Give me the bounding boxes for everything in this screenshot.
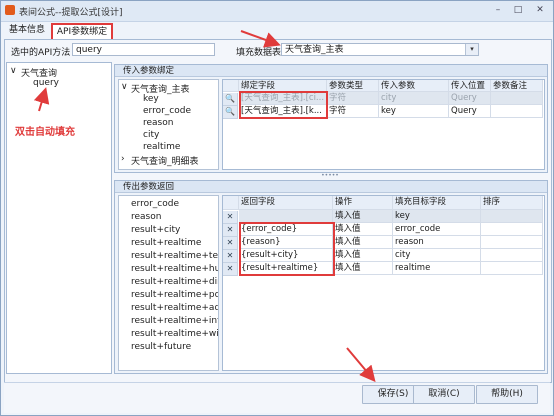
close-window-button[interactable]: ✕ bbox=[533, 4, 547, 17]
table-cell[interactable]: realtime bbox=[393, 262, 481, 275]
list-item[interactable]: result+realtime+aqi bbox=[131, 303, 218, 313]
delete-icon[interactable]: ✕ bbox=[223, 211, 238, 224]
table-cell[interactable]: {result+city} bbox=[239, 249, 333, 262]
table-cell[interactable]: 填入值 bbox=[333, 249, 393, 262]
table-cell[interactable]: key bbox=[379, 105, 449, 118]
splitter-handle[interactable]: ••••• bbox=[114, 173, 546, 179]
delete-icon[interactable]: ✕ bbox=[223, 250, 238, 263]
table-cell[interactable]: Query bbox=[449, 105, 491, 118]
table-cell[interactable] bbox=[481, 210, 543, 223]
column-header[interactable]: 返回字段 bbox=[239, 196, 333, 210]
annotation-text: 双击自动填充 bbox=[15, 127, 75, 138]
list-item[interactable]: result+realtime+dire... bbox=[131, 277, 218, 287]
delete-icon[interactable]: ✕ bbox=[223, 237, 238, 250]
table-cell[interactable] bbox=[481, 223, 543, 236]
window-title: 表间公式--提取公式[设计] bbox=[19, 8, 123, 18]
output-params-grid: 返回字段 操作 填充目标字段 排序 ✕ 填入值 key ✕ {error_cod… bbox=[222, 195, 545, 371]
delete-icon[interactable]: ✕ bbox=[223, 263, 238, 276]
minimize-button[interactable]: – bbox=[491, 4, 505, 17]
help-button[interactable]: 帮助(H) bbox=[476, 385, 538, 404]
cancel-button[interactable]: 取消(C) bbox=[413, 385, 475, 404]
table-cell[interactable] bbox=[481, 236, 543, 249]
api-method-label: 选中的API方法 bbox=[11, 48, 71, 58]
input-params-group: 传入参数绑定 ∨ 天气查询_主表 key error_code reason c… bbox=[114, 64, 548, 173]
column-header[interactable]: 排序 bbox=[481, 196, 543, 210]
table-cell[interactable] bbox=[239, 210, 333, 223]
table-cell[interactable]: city bbox=[393, 249, 481, 262]
list-item[interactable]: result+city bbox=[131, 225, 180, 235]
api-method-input[interactable]: query bbox=[72, 43, 215, 56]
table-cell[interactable]: 填入值 bbox=[333, 262, 393, 275]
chevron-down-icon[interactable]: ▾ bbox=[465, 44, 478, 55]
table-cell[interactable]: {reason} bbox=[239, 236, 333, 249]
tree-field-reason[interactable]: reason bbox=[143, 118, 173, 128]
fill-table-label: 填充数据表 bbox=[236, 48, 282, 58]
search-icon[interactable]: 🔍 bbox=[223, 93, 238, 106]
column-header[interactable]: 绑定字段 bbox=[239, 80, 327, 92]
maximize-button[interactable]: □ bbox=[511, 4, 525, 17]
fill-table-select[interactable]: 天气查询_主表 ▾ bbox=[281, 43, 479, 56]
table-cell[interactable]: 字符 bbox=[327, 92, 379, 105]
tab-basic-info[interactable]: 基本信息 bbox=[5, 23, 49, 37]
table-cell[interactable]: 填入值 bbox=[333, 223, 393, 236]
fill-table-value: 天气查询_主表 bbox=[285, 45, 344, 55]
table-cell[interactable] bbox=[481, 249, 543, 262]
tree-item-query[interactable]: query bbox=[33, 78, 59, 88]
table-cell[interactable]: error_code bbox=[393, 223, 481, 236]
table-cell[interactable]: Query bbox=[449, 92, 491, 105]
table-cell[interactable]: key bbox=[393, 210, 481, 223]
grid-corner bbox=[223, 80, 239, 92]
expand-icon[interactable]: ∨ bbox=[121, 82, 128, 92]
table-cell[interactable]: {result+realtime} bbox=[239, 262, 333, 275]
delete-icon[interactable]: ✕ bbox=[223, 224, 238, 237]
list-item[interactable]: error_code bbox=[131, 199, 179, 209]
return-field-list: error_code reason result+city result+rea… bbox=[118, 195, 219, 371]
column-header[interactable]: 传入参数 bbox=[379, 80, 449, 92]
list-item[interactable]: reason bbox=[131, 212, 161, 222]
title-bar: 表间公式--提取公式[设计] – □ ✕ bbox=[1, 1, 553, 22]
column-header[interactable]: 操作 bbox=[333, 196, 393, 210]
list-item[interactable]: result+realtime bbox=[131, 238, 201, 248]
list-item[interactable]: result+future bbox=[131, 342, 191, 352]
list-item[interactable]: result+realtime+tem... bbox=[131, 251, 218, 261]
table-cell[interactable]: [天气查询_主表].[k... bbox=[239, 105, 327, 118]
column-header[interactable]: 参数备注 bbox=[491, 80, 543, 92]
api-tree-panel: ∨ 天气查询 query bbox=[6, 62, 112, 374]
grid-corner bbox=[223, 196, 239, 210]
tree-root-main-table[interactable]: 天气查询_主表 bbox=[131, 82, 190, 95]
tree-field-city[interactable]: city bbox=[143, 130, 159, 140]
table-cell[interactable] bbox=[491, 105, 543, 118]
column-header[interactable]: 传入位置 bbox=[449, 80, 491, 92]
table-cell[interactable]: reason bbox=[393, 236, 481, 249]
table-cell[interactable] bbox=[491, 92, 543, 105]
table-cell[interactable]: city bbox=[379, 92, 449, 105]
expand-icon[interactable]: › bbox=[121, 154, 125, 164]
list-item[interactable]: result+realtime+info bbox=[131, 316, 218, 326]
table-cell[interactable]: 填入值 bbox=[333, 210, 393, 223]
column-header[interactable]: 参数类型 bbox=[327, 80, 379, 92]
table-cell[interactable] bbox=[481, 262, 543, 275]
output-params-group: 传出参数返回 error_code reason result+city res… bbox=[114, 180, 548, 374]
output-params-title: 传出参数返回 bbox=[115, 181, 547, 193]
search-icon[interactable]: 🔍 bbox=[223, 106, 238, 119]
list-item[interactable]: result+realtime+po... bbox=[131, 290, 218, 300]
column-header[interactable]: 填充目标字段 bbox=[393, 196, 481, 210]
table-cell[interactable]: {error_code} bbox=[239, 223, 333, 236]
main-window: 表间公式--提取公式[设计] – □ ✕ 基本信息 API参数绑定 选中的API… bbox=[0, 0, 554, 416]
list-item[interactable]: result+realtime+hu... bbox=[131, 264, 218, 274]
table-cell[interactable]: 填入值 bbox=[333, 236, 393, 249]
tree-field-realtime[interactable]: realtime bbox=[143, 142, 180, 152]
tree-field-key[interactable]: key bbox=[143, 94, 159, 104]
table-cell[interactable]: 字符 bbox=[327, 105, 379, 118]
list-item[interactable]: result+realtime+wid bbox=[131, 329, 218, 339]
input-field-tree: ∨ 天气查询_主表 key error_code reason city rea… bbox=[118, 79, 219, 170]
input-params-grid: 绑定字段 参数类型 传入参数 传入位置 参数备注 🔍 [天气查询_主表].[ci… bbox=[222, 79, 545, 170]
table-cell[interactable]: [天气查询_主表].[ci... bbox=[239, 92, 327, 105]
tree-field-error-code[interactable]: error_code bbox=[143, 106, 191, 116]
button-bar: 保存(S) 取消(C) 帮助(H) bbox=[4, 382, 550, 413]
input-params-title: 传入参数绑定 bbox=[115, 65, 547, 77]
expand-icon[interactable]: ∨ bbox=[10, 66, 17, 76]
app-icon bbox=[5, 5, 15, 15]
tree-root-detail-table[interactable]: 天气查询_明细表 bbox=[131, 154, 199, 167]
